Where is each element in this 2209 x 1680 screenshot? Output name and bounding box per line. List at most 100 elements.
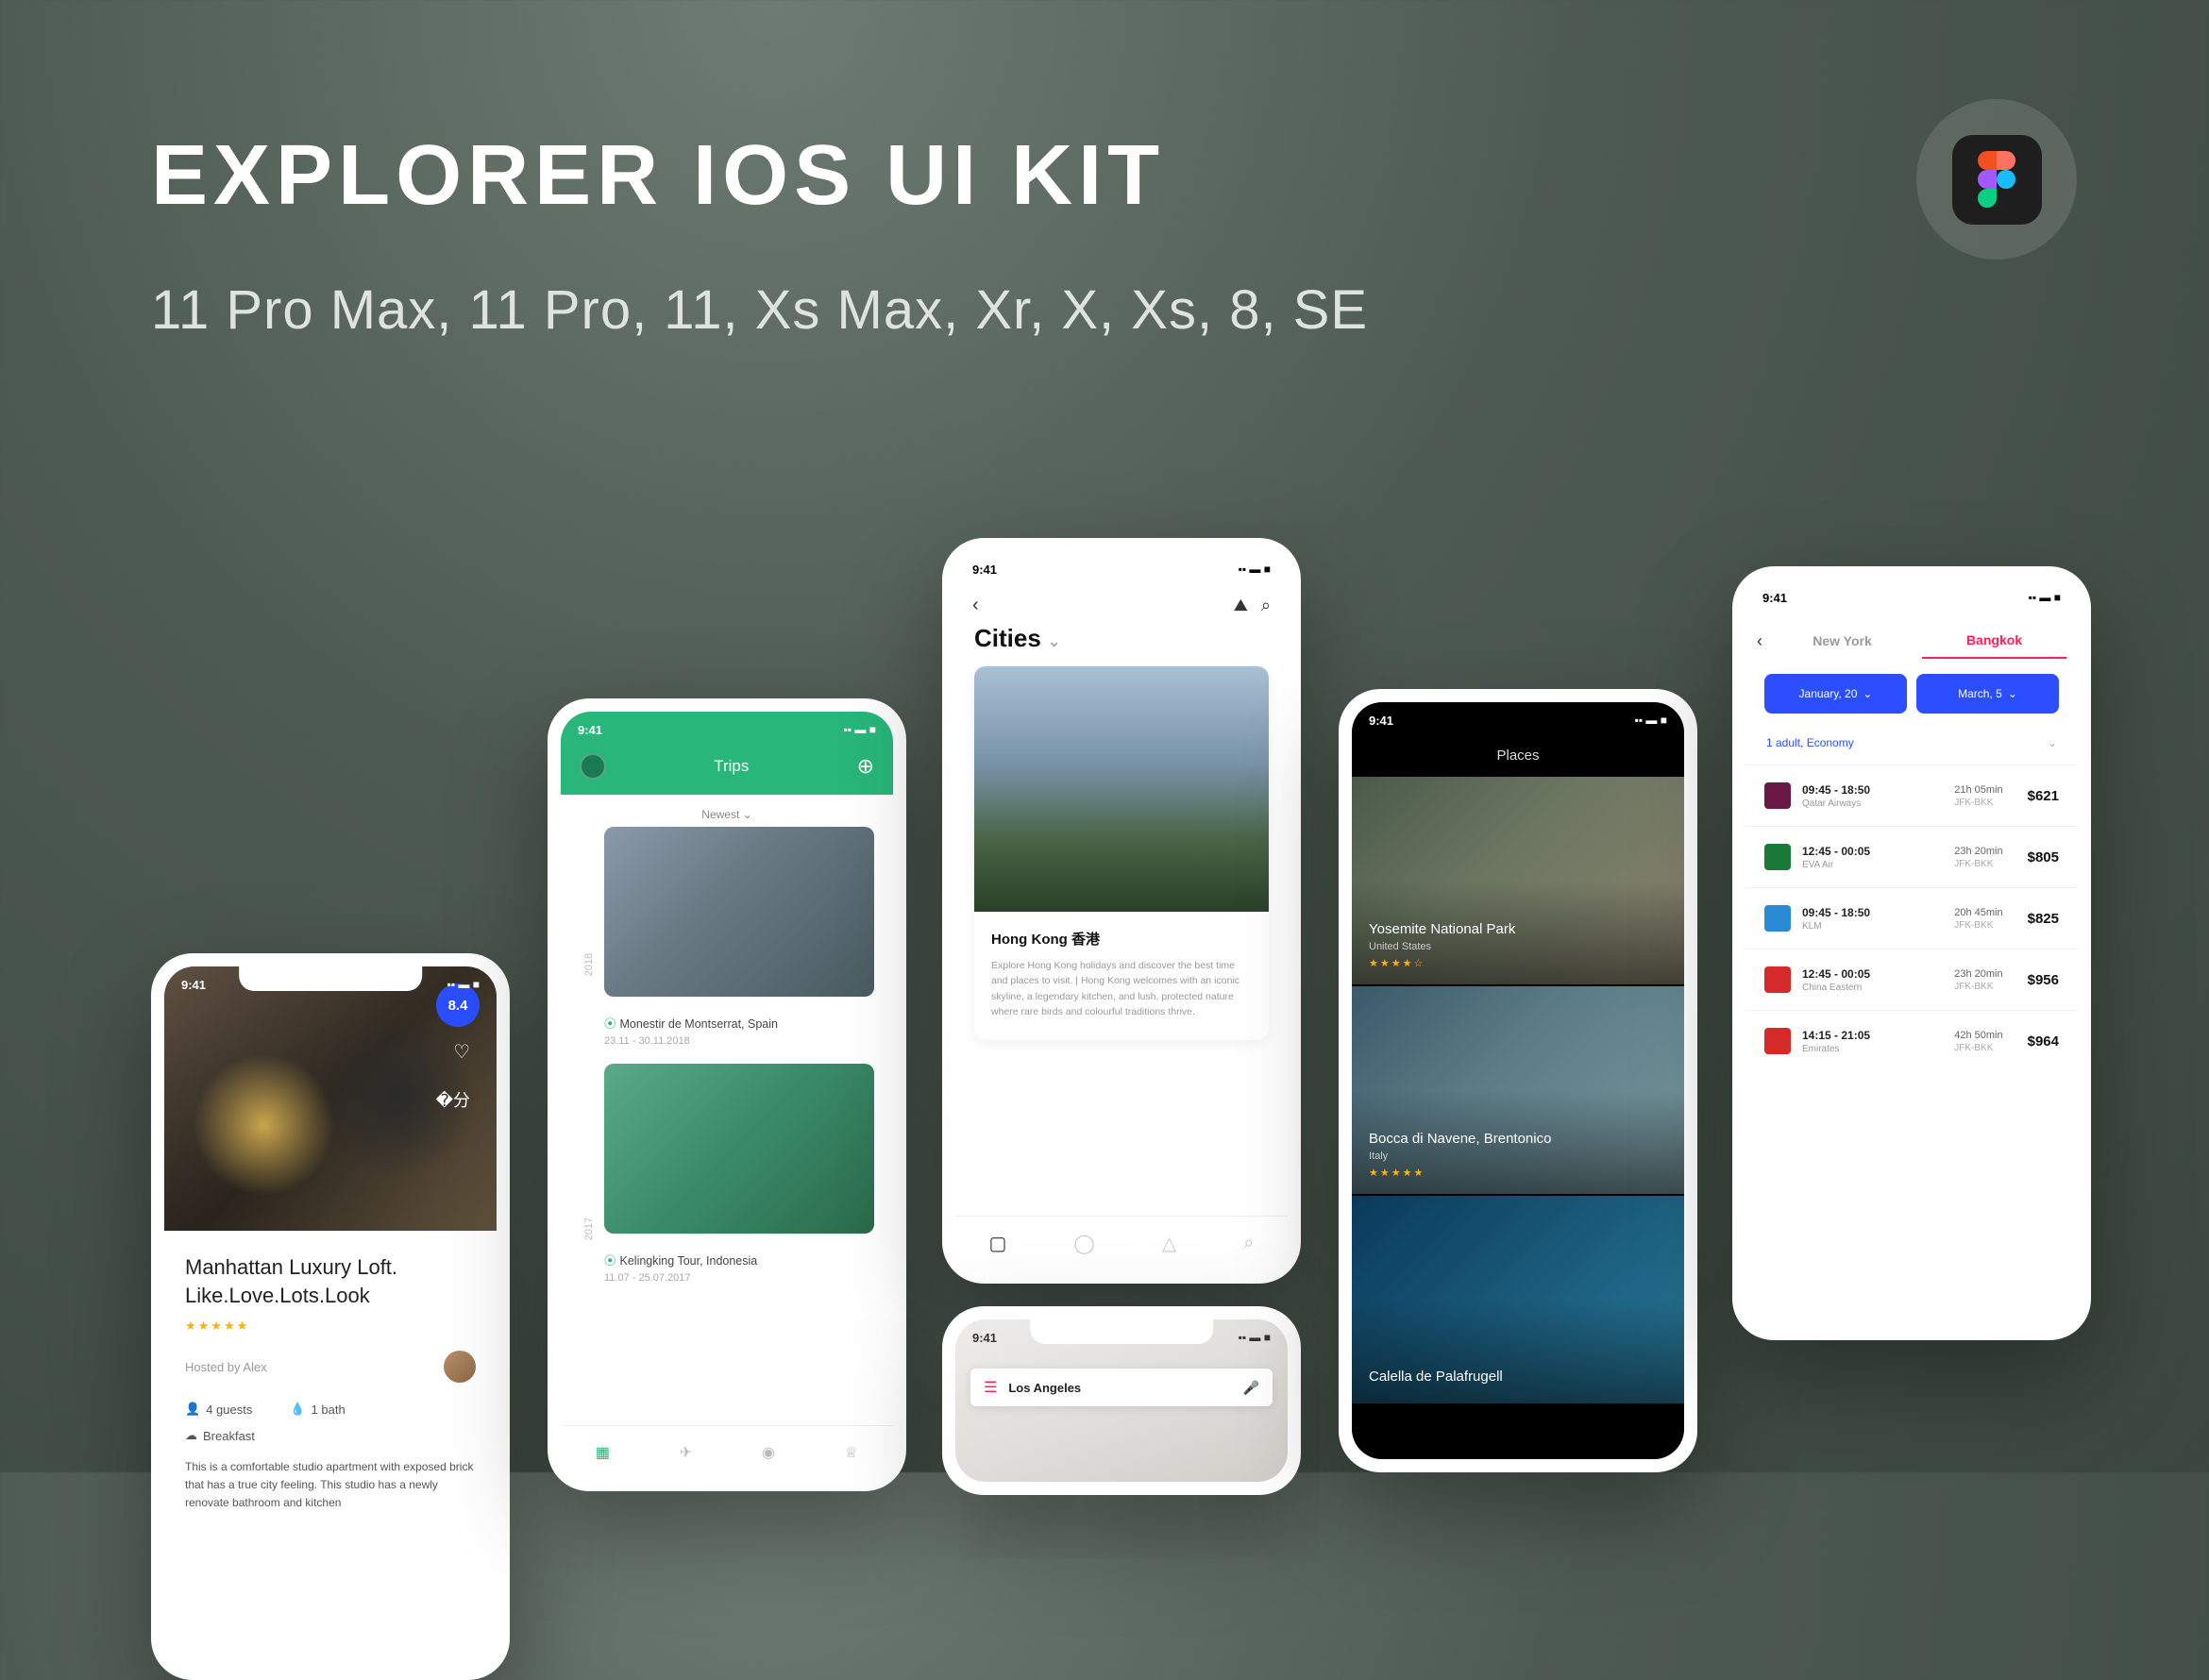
figma-icon <box>1952 135 2042 225</box>
status-icons: ▪▪ ▬ ■ <box>447 978 480 991</box>
airline-logo <box>1764 966 1791 993</box>
flight-route: JFK-BKK <box>1954 920 2002 931</box>
trip-card[interactable] <box>604 827 874 997</box>
notch <box>1030 551 1213 576</box>
flight-times: 14:15 - 21:05 <box>1802 1029 1870 1042</box>
tab-search-icon[interactable]: ⌕ <box>1243 1233 1254 1254</box>
search-bar[interactable]: ☰ Los Angeles 🎤 <box>970 1369 1273 1406</box>
search-text: Los Angeles <box>1008 1381 1231 1395</box>
flight-times: 09:45 - 18:50 <box>1802 783 1870 797</box>
add-icon[interactable]: ⊕ <box>857 754 874 779</box>
flight-duration: 42h 50min <box>1954 1030 2002 1041</box>
city-card[interactable]: Hong Kong 香港 Explore Hong Kong holidays … <box>974 666 1269 1040</box>
airline-logo <box>1764 782 1791 809</box>
status-time: 9:41 <box>972 1331 997 1345</box>
mic-icon[interactable]: 🎤 <box>1243 1380 1259 1396</box>
flight-price: $964 <box>2028 1033 2059 1050</box>
person-icon: 👤 <box>185 1402 200 1417</box>
page-heading[interactable]: Cities ⌄ <box>955 624 1288 666</box>
city-name: Hong Kong 香港 <box>991 929 1252 949</box>
map-icon[interactable]: ⛰ <box>1234 596 1248 615</box>
return-date[interactable]: March, 5 ⌄ <box>1916 674 2059 714</box>
flight-duration: 20h 45min <box>1954 907 2002 918</box>
flight-row[interactable]: 09:45 - 18:50KLM20h 45minJFK-BKK$825 <box>1745 887 2078 949</box>
rating-stars: ★★★★☆ <box>1369 957 1667 969</box>
flight-duration: 23h 20min <box>1954 846 2002 857</box>
host-label: Hosted by Alex <box>185 1360 267 1374</box>
pin-icon: ⦿ <box>604 1254 616 1268</box>
screen-title: Trips <box>714 757 749 776</box>
flight-times: 12:45 - 00:05 <box>1802 967 1870 981</box>
flight-price: $621 <box>2028 788 2059 804</box>
tab-home-icon[interactable]: ▢ <box>989 1232 1007 1255</box>
nav-plane-icon[interactable]: ✈ <box>680 1443 692 1462</box>
tab-bell-icon[interactable]: △ <box>1162 1232 1176 1255</box>
flight-times: 12:45 - 00:05 <box>1802 845 1870 858</box>
flight-row[interactable]: 12:45 - 00:05EVA Air23h 20minJFK-BKK$805 <box>1745 826 2078 887</box>
notch <box>1030 1319 1213 1344</box>
place-card[interactable]: Calella de Palafrugell <box>1352 1196 1684 1403</box>
nav-trophy-icon[interactable]: ♕ <box>845 1443 858 1462</box>
flight-row[interactable]: 12:45 - 00:05China Eastern23h 20minJFK-B… <box>1745 949 2078 1010</box>
status-time: 9:41 <box>1762 591 1787 605</box>
status-icons: ▪▪ ▬ ■ <box>2029 591 2061 604</box>
phone-trips: 9:41 ▪▪ ▬ ■ Trips ⊕ Newest ⌄ 2018 2017 ⦿… <box>548 698 906 1491</box>
breakfast-icon: ☁ <box>185 1428 197 1443</box>
share-icon[interactable]: �分 <box>436 1087 470 1112</box>
flight-duration: 21h 05min <box>1954 784 2002 796</box>
back-icon[interactable]: ‹ <box>1757 631 1762 651</box>
meta-guests: 👤4 guests <box>185 1402 252 1417</box>
tab-chat-icon[interactable]: ◯ <box>1073 1232 1094 1255</box>
listing-description: This is a comfortable studio apartment w… <box>185 1458 476 1511</box>
airline-name: Qatar Airways <box>1802 798 1870 809</box>
chevron-down-icon: ⌄ <box>1048 634 1060 650</box>
depart-date[interactable]: January, 20 ⌄ <box>1764 674 1907 714</box>
phone-map: 9:41 ▪▪ ▬ ■ ☰ Los Angeles 🎤 <box>942 1306 1301 1495</box>
rating-stars: ★★★★★ <box>185 1319 476 1334</box>
rating-stars: ★★★★★ <box>1369 1167 1667 1179</box>
flight-times: 09:45 - 18:50 <box>1802 906 1870 919</box>
bath-icon: 💧 <box>290 1402 305 1417</box>
flight-row[interactable]: 14:15 - 21:05 Emirates 42h 50min JFK-BKK $96… <box>1745 1010 2078 1071</box>
screen-title: Places <box>1352 738 1684 777</box>
year-label: 2018 <box>583 953 595 976</box>
notch <box>635 712 818 736</box>
profile-avatar[interactable] <box>580 753 606 780</box>
notch <box>1820 580 2003 604</box>
status-icons: ▪▪ ▬ ■ <box>1239 563 1271 576</box>
flight-route: JFK-BKK <box>1954 1043 2002 1053</box>
bottom-nav: ▦ ✈ ◉ ♕ <box>561 1425 893 1478</box>
airline-name: Emirates <box>1802 1044 1870 1054</box>
trip-meta: ⦿Monestir de Montserrat, Spain 23.11 - 3… <box>604 1006 874 1064</box>
airline-name: KLM <box>1802 921 1870 932</box>
hero-subtitle: 11 Pro Max, 11 Pro, 11, Xs Max, Xr, X, X… <box>151 278 1368 342</box>
search-icon[interactable]: ⌕ <box>1261 596 1271 615</box>
trip-card[interactable] <box>604 1064 874 1234</box>
tab-from[interactable]: New York <box>1770 624 1914 658</box>
sort-dropdown[interactable]: Newest ⌄ <box>561 795 893 827</box>
phone-listing: 9:41 ▪▪ ▬ ■ 8.4 ♡ �分 Manhattan Luxury Lo… <box>151 953 510 1680</box>
status-icons: ▪▪ ▬ ■ <box>1239 1331 1271 1344</box>
place-card[interactable]: Bocca di Navene, Brentonico Italy ★★★★★ <box>1352 986 1684 1194</box>
chevron-down-icon: ⌄ <box>2008 687 2017 700</box>
phone-places: 9:41 ▪▪ ▬ ■ Places Yosemite National Par… <box>1339 689 1697 1472</box>
notch <box>1426 702 1610 727</box>
nav-pin-icon[interactable]: ◉ <box>762 1443 775 1462</box>
hero-title: EXPLORER IOS UI KIT <box>151 127 1165 225</box>
nav-map-icon[interactable]: ▦ <box>596 1443 610 1462</box>
back-icon[interactable]: ‹ <box>972 595 979 616</box>
favorite-icon[interactable]: ♡ <box>453 1040 470 1064</box>
trip-meta: ⦿Kelingking Tour, Indonesia 11.07 - 25.0… <box>604 1243 874 1301</box>
listing-title: Manhattan Luxury Loft. Like.Love.Lots.Lo… <box>185 1253 476 1309</box>
flight-route: JFK-BKK <box>1954 798 2002 808</box>
airline-logo <box>1764 844 1791 870</box>
passenger-select[interactable]: 1 adult, Economy ⌄ <box>1745 723 2078 764</box>
flight-row[interactable]: 09:45 - 18:50Qatar Airways 21h 05min JFK-B… <box>1745 764 2078 826</box>
tab-to[interactable]: Bangkok <box>1922 623 2066 659</box>
chevron-down-icon: ⌄ <box>2048 736 2057 749</box>
host-avatar[interactable] <box>444 1351 476 1383</box>
airline-name: China Eastern <box>1802 983 1870 993</box>
airline-logo <box>1764 905 1791 932</box>
menu-icon[interactable]: ☰ <box>984 1378 997 1397</box>
place-card[interactable]: Yosemite National Park United States ★★★… <box>1352 777 1684 984</box>
